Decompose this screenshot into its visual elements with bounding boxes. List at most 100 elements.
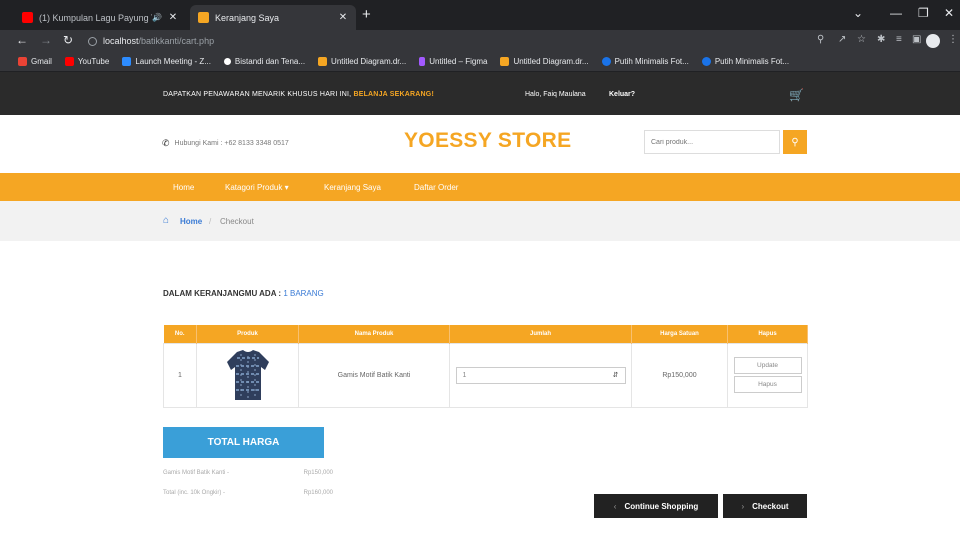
figma-icon [419,57,426,66]
reload-icon[interactable]: ↻ [63,33,73,47]
share-icon[interactable]: ↗ [838,34,846,45]
sidepanel-icon[interactable]: ▣ [912,34,921,45]
menu-list-icon[interactable]: ≡ [896,34,902,45]
delete-button[interactable]: Hapus [733,376,802,393]
nav-daftar-order[interactable]: Daftar Order [414,183,458,192]
quantity-value: 1 [462,371,467,379]
nav-keranjang-saya[interactable]: Keranjang Saya [324,183,381,192]
bookmark-label: Launch Meeting - Z... [135,57,211,66]
gmail-icon [18,57,27,66]
main-nav: Home Katagori Produk ▾ Keranjang Saya Da… [0,173,960,201]
breadcrumb: ⌂ Home / Checkout [0,201,960,241]
chevron-left-icon: ‹ [613,501,617,511]
unit-price: Rp150,000 [631,342,728,408]
button-label: Continue Shopping [624,501,699,511]
browser-tab-youtube[interactable]: (1) Kumpulan Lagu Payung T 🔊 ✕ [14,5,186,30]
summary-label: Gamis Motif Batik Kanti - [163,470,230,476]
quantity-cell: 1 ⇵ [449,342,632,408]
row-number: 1 [163,342,197,408]
column-header: Nama Produk [298,325,450,343]
drawio-icon [318,57,328,66]
bookmark-item[interactable]: Launch Meeting - Z... [122,57,211,66]
url-path: /batikkanti/cart.php [138,36,215,46]
youtube-icon [64,57,74,66]
greeting-text: Halo, Faiq Maulana [525,91,586,98]
close-icon[interactable]: ✕ [166,12,180,23]
star-icon[interactable]: ☆ [857,34,866,45]
total-price-header: TOTAL HARGA [163,427,324,458]
cart-icon[interactable]: 🛒 [789,88,804,102]
table-row: 1 Gamis Motif Batik Kanti 1 ⇵ Rp150,000 … [163,342,808,408]
logout-link[interactable]: Keluar? [609,91,635,98]
youtube-icon [22,12,33,23]
zoom-icon[interactable]: ⚲ [817,34,824,45]
cart-heading-text: DALAM KERANJANGMU ADA : [163,289,282,298]
bookmark-label: Gmail [31,57,52,66]
site-header: ✆ Hubungi Kami : +62 8133 3348 0517 YOES… [0,115,960,173]
drawio-icon [500,57,510,66]
bookmark-item[interactable]: Untitled Diagram.dr... [500,57,589,66]
bookmark-item[interactable]: Gmail [18,57,52,66]
breadcrumb-home[interactable]: Home [180,217,202,226]
summary-value: Rp160,000 [303,490,333,496]
forward-icon[interactable]: → [40,33,52,47]
cart-table: No. Produk Nama Produk Jumlah Harga Satu… [163,325,808,408]
summary-value: Rp150,000 [303,470,333,476]
canva-icon [601,57,611,66]
chevron-down-icon[interactable]: ⌄ [853,6,863,20]
phone-icon: ✆ [162,138,170,148]
bookmark-item[interactable]: Putih Minimalis Fot... [601,57,689,66]
cart-heading: DALAM KERANJANGMU ADA : 1 BARANG [163,289,324,298]
zoom-meeting-icon [122,57,132,66]
back-icon[interactable]: ← [16,33,28,47]
minimize-icon[interactable]: — [890,6,902,20]
tab-label: (1) Kumpulan Lagu Payung T [39,12,153,23]
extensions-icon[interactable]: ✱ [877,34,885,45]
nav-kategori-produk[interactable]: Katagori Produk ▾ [225,183,289,192]
info-icon [88,36,97,46]
restore-icon[interactable]: ❐ [918,6,929,20]
close-icon[interactable]: ✕ [336,12,350,23]
bookmark-item[interactable]: Untitled – Figma [419,57,487,66]
checkout-button[interactable]: › Checkout [723,494,807,518]
column-header: Harga Satuan [631,325,728,343]
breadcrumb-current: Checkout [220,217,254,226]
bookmark-item[interactable]: Putih Minimalis Fot... [701,57,789,66]
window-close-icon[interactable]: ✕ [944,6,954,20]
quantity-select[interactable]: 1 ⇵ [455,366,626,384]
tab-label: Keranjang Saya [215,12,280,23]
bookmarks-bar: Gmail YouTube Launch Meeting - Z... Bist… [0,52,960,72]
column-header: Jumlah [449,325,632,343]
site-logo[interactable]: YOESSY STORE [404,129,571,153]
table-header-row: No. Produk Nama Produk Jumlah Harga Satu… [163,325,808,343]
contact-text: Hubungi Kami : +62 8133 3348 0517 [174,140,289,147]
shop-now-link[interactable]: BELANJA SEKARANG! [353,91,434,98]
bookmark-item[interactable]: Untitled Diagram.dr... [318,57,406,66]
nav-home[interactable]: Home [173,183,194,192]
search-input[interactable] [644,130,780,154]
product-image-cell [196,342,299,408]
bookmark-item[interactable]: Bistandi dan Tena... [223,57,305,66]
cart-item-count: 1 BARANG [283,289,324,298]
breadcrumb-separator: / [209,217,212,226]
product-image[interactable] [223,348,273,402]
address-bar: ← → ↻ localhost/batikkanti/cart.php ⚲ ↗ … [0,30,960,52]
continue-shopping-button[interactable]: ‹ Continue Shopping [594,494,718,518]
new-tab-icon[interactable]: + [362,6,371,23]
home-icon[interactable]: ⌂ [163,215,169,226]
update-button[interactable]: Update [733,357,802,374]
bookmark-item[interactable]: YouTube [64,57,109,66]
summary-label: Total (inc. 10k Ongkir) - [163,490,226,496]
browser-tab-active[interactable]: Keranjang Saya ✕ [190,5,356,30]
kebab-menu-icon[interactable]: ⋮ [948,34,958,45]
speaker-icon[interactable]: 🔊 [152,13,162,22]
search-button[interactable]: ⚲ [783,130,807,154]
canva-icon [701,57,711,66]
stepper-arrows-icon[interactable]: ⇵ [613,371,619,379]
profile-avatar[interactable] [926,34,940,48]
url-field[interactable]: localhost/batikkanti/cart.php [88,33,828,49]
url-host: localhost [103,36,139,46]
summary-line: Gamis Motif Batik Kanti - Rp150,000 [163,470,333,476]
product-name: Gamis Motif Batik Kanti [298,342,450,408]
chevron-right-icon: › [741,501,745,511]
